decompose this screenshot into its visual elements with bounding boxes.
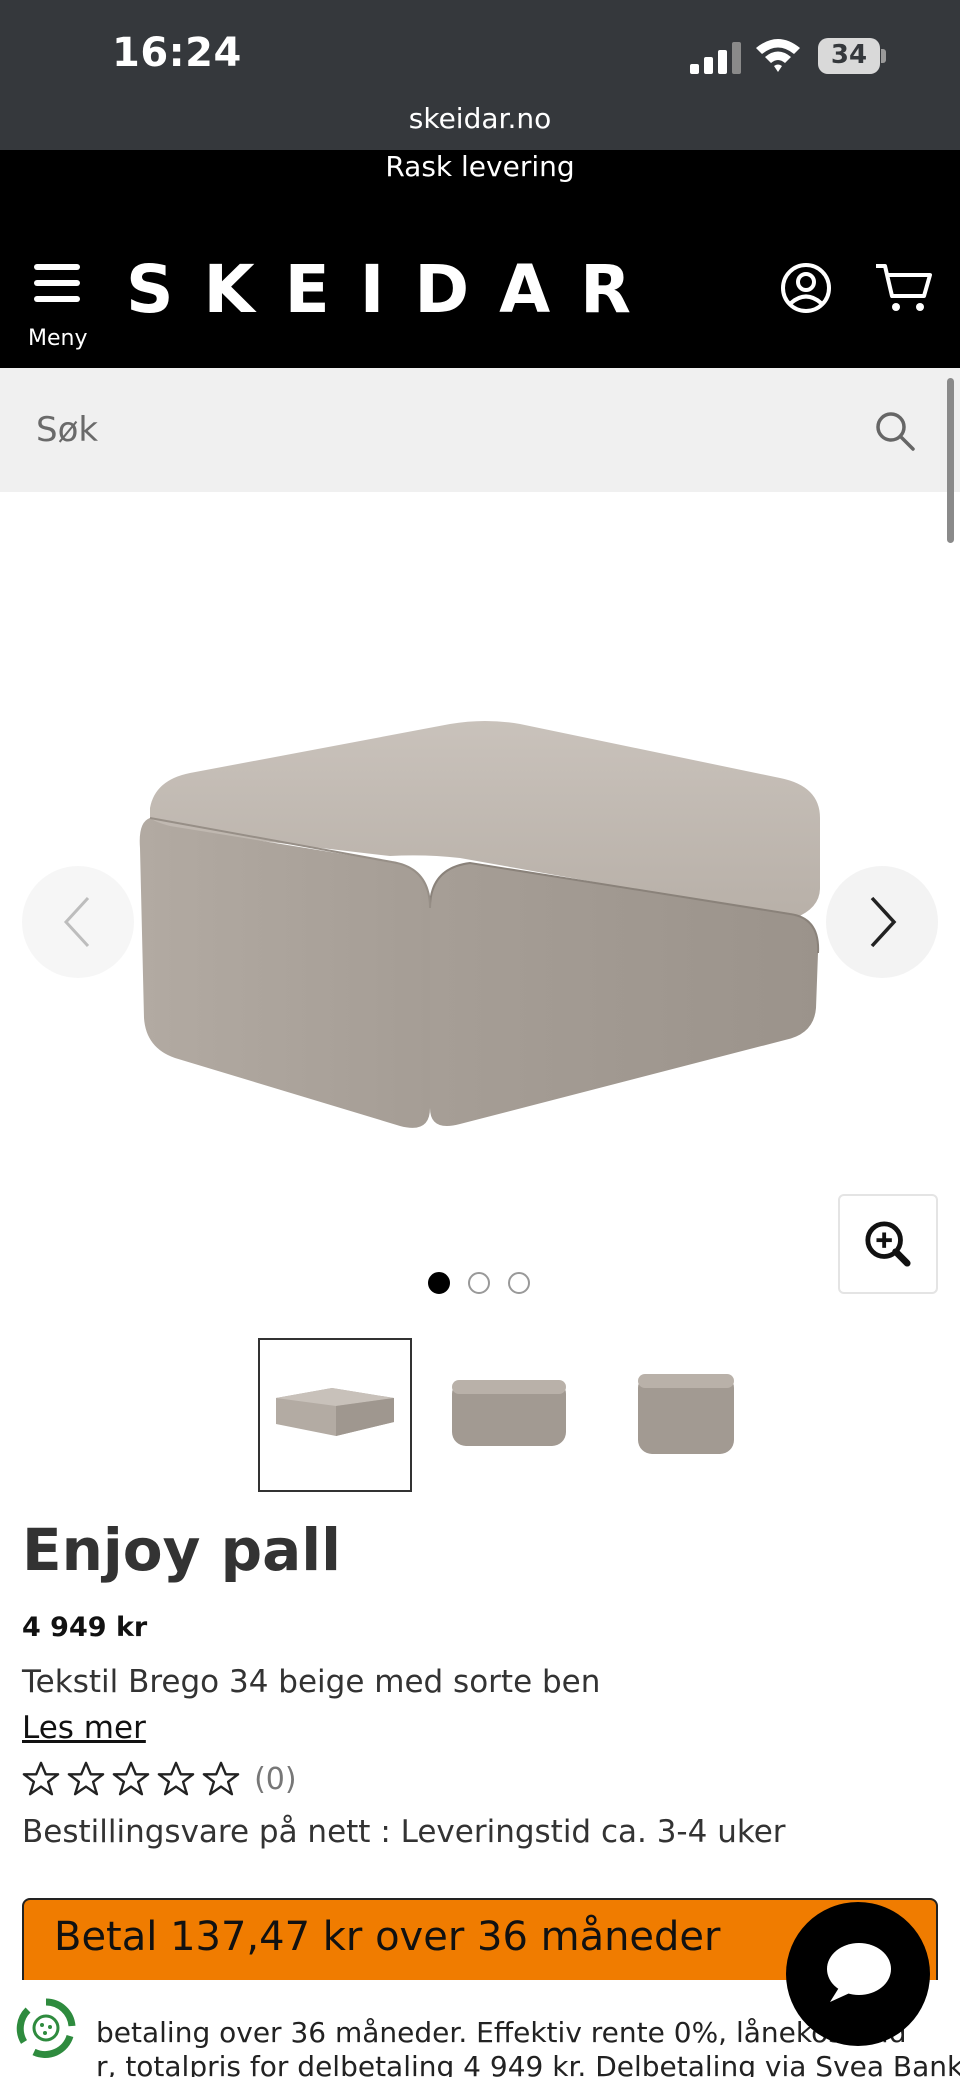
chevron-right-icon (870, 896, 897, 948)
thumbnail-image (638, 1374, 734, 1454)
star-outline-icon (22, 1761, 60, 1796)
product-title: Enjoy pall (22, 1516, 342, 1584)
battery-level: 34 (830, 40, 868, 70)
menu-label: Meny (28, 326, 88, 351)
zoom-button[interactable] (838, 1194, 938, 1294)
gallery-dot[interactable] (508, 1272, 530, 1294)
read-more-link[interactable]: Les mer (22, 1710, 146, 1746)
cart-icon[interactable] (874, 262, 934, 314)
search-bar (0, 368, 960, 492)
previous-image-button[interactable] (22, 866, 134, 978)
next-image-button[interactable] (826, 866, 938, 978)
eco-badge-icon (16, 1998, 76, 2058)
search-input[interactable] (36, 398, 836, 462)
star-outline-icon (202, 1761, 240, 1796)
site-header: Rask levering Meny SKEIDAR (0, 150, 960, 368)
financing-headline: Betal 137,47 kr over 36 måneder (54, 1914, 721, 1960)
review-count: (0) (254, 1761, 297, 1797)
thumbnail-image (452, 1380, 566, 1446)
battery-icon: 34 (818, 38, 886, 74)
star-outline-icon (157, 1761, 195, 1796)
search-icon[interactable] (874, 410, 916, 452)
site-logo[interactable]: SKEIDAR (126, 250, 661, 330)
product-image[interactable] (130, 718, 830, 1138)
chat-icon (827, 1943, 891, 2002)
rating-stars[interactable]: (0) (22, 1760, 297, 1800)
menu-button[interactable]: Meny (28, 258, 92, 358)
star-outline-icon (112, 1761, 150, 1796)
signal-icon (690, 42, 741, 74)
gallery-dot[interactable] (468, 1272, 490, 1294)
browser-url[interactable]: skeidar.no (0, 102, 960, 135)
product-price: 4 949 kr (22, 1612, 148, 1643)
financing-detail: r, totalpris for delbetaling 4 949 kr. D… (96, 2050, 960, 2077)
zoom-in-icon (865, 1221, 911, 1267)
gallery-thumbnail[interactable] (258, 1338, 412, 1492)
wifi-icon (756, 39, 800, 72)
gallery-thumbnail[interactable] (434, 1338, 588, 1492)
chat-button[interactable] (786, 1902, 930, 2046)
gallery-dot[interactable] (428, 1272, 450, 1294)
page-scrollbar[interactable] (947, 378, 954, 543)
delivery-info: Bestillingsvare på nett : Leveringstid c… (22, 1814, 786, 1850)
account-icon[interactable] (780, 262, 832, 314)
thumbnail-image (276, 1388, 394, 1436)
product-variant: Tekstil Brego 34 beige med sorte ben (22, 1664, 601, 1700)
status-time: 16:24 (112, 30, 242, 76)
star-outline-icon (67, 1761, 105, 1796)
gallery-thumbnail[interactable] (610, 1338, 764, 1492)
promo-banner: Rask levering (385, 150, 575, 183)
status-bar: 16:24 34 skeidar.no (0, 0, 960, 150)
financing-detail: betaling over 36 måneder. Effektiv rente… (96, 2016, 907, 2049)
chevron-left-icon (63, 896, 90, 948)
